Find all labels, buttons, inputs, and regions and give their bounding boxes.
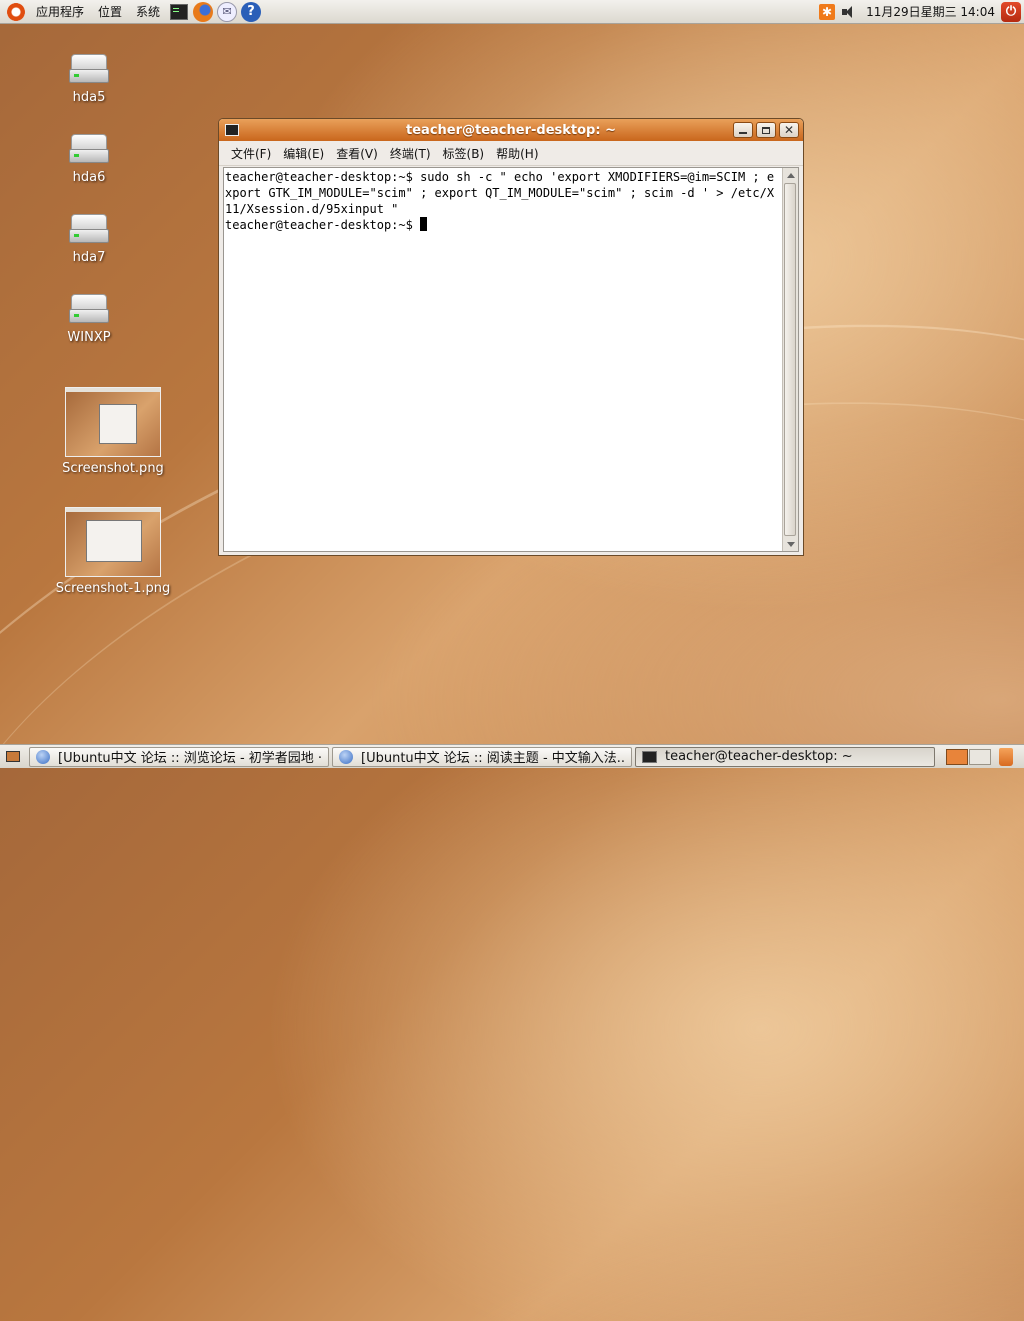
window-title: teacher@teacher-desktop: ~ — [406, 122, 616, 138]
desktop-icon-screenshot-1[interactable]: Screenshot-1.png — [50, 507, 176, 596]
menu-view[interactable]: 查看(V) — [330, 145, 384, 162]
workspace-1[interactable] — [946, 748, 968, 765]
top-panel: 应用程序 位置 系统 ✉ ? ✱ 11月29日星期三 14:04 ⏻ — [0, 0, 1024, 24]
text-cursor — [420, 217, 428, 231]
terminal-command-line: teacher@teacher-desktop:~$ sudo sh -c " … — [225, 170, 775, 216]
terminal-prompt: teacher@teacher-desktop:~$ — [225, 218, 421, 232]
menu-system[interactable]: 系统 — [129, 3, 167, 20]
notification-icon[interactable]: ✱ — [819, 3, 836, 20]
help-icon: ? — [241, 1, 262, 22]
terminal-text: teacher@teacher-desktop:~$ sudo sh -c " … — [225, 169, 781, 233]
help-launcher[interactable]: ? — [240, 1, 262, 23]
maximize-button[interactable] — [756, 122, 776, 138]
terminal-icon — [642, 750, 657, 763]
desktop-icon-winxp[interactable]: WINXP — [64, 294, 114, 345]
volume-icon[interactable] — [841, 4, 857, 20]
mail-launcher[interactable]: ✉ — [216, 1, 238, 23]
power-icon[interactable]: ⏻ — [1001, 1, 1021, 22]
scrollbar-thumb[interactable] — [784, 183, 796, 536]
show-desktop-icon — [6, 751, 20, 762]
desktop-icon-label: Screenshot-1.png — [55, 581, 171, 596]
terminal-icon[interactable] — [225, 124, 239, 136]
menu-terminal[interactable]: 终端(T) — [384, 145, 437, 162]
scroll-up-arrow-icon[interactable] — [783, 168, 798, 182]
minimize-icon — [739, 132, 747, 134]
menu-file[interactable]: 文件(F) — [225, 145, 277, 162]
drive-icon — [69, 214, 109, 244]
taskbar-item-label: teacher@teacher-desktop: ~ — [665, 749, 853, 764]
ubuntu-logo-icon[interactable] — [7, 2, 25, 21]
browser-icon — [339, 749, 353, 764]
show-desktop-button[interactable] — [3, 748, 23, 766]
workspace-2[interactable] — [969, 748, 991, 765]
taskbar-item-forum-browse[interactable]: [Ubuntu中文 论坛 :: 浏览论坛 - 初学者园地 ··· — [29, 746, 329, 767]
menu-help[interactable]: 帮助(H) — [490, 145, 544, 162]
taskbar-item-terminal[interactable]: teacher@teacher-desktop: ~ — [635, 746, 935, 767]
drive-icon — [69, 134, 109, 164]
menu-places[interactable]: 位置 — [91, 3, 129, 20]
taskbar-item-label: [Ubuntu中文 论坛 :: 阅读主题 - 中文输入法... — [361, 751, 625, 766]
desktop-icon-hda6[interactable]: hda6 — [64, 134, 114, 185]
trash-icon[interactable] — [999, 747, 1013, 766]
scroll-down-arrow-icon[interactable] — [783, 537, 798, 551]
terminal-launcher[interactable] — [168, 1, 190, 23]
terminal-menubar: 文件(F) 编辑(E) 查看(V) 终端(T) 标签(B) 帮助(H) — [219, 141, 803, 166]
terminal-window: teacher@teacher-desktop: ~ ✕ 文件(F) 编辑(E)… — [218, 118, 804, 556]
menu-tabs[interactable]: 标签(B) — [437, 145, 491, 162]
taskbar-item-label: [Ubuntu中文 论坛 :: 浏览论坛 - 初学者园地 ··· — [58, 751, 322, 766]
maximize-icon — [762, 126, 770, 134]
bottom-panel: [Ubuntu中文 论坛 :: 浏览论坛 - 初学者园地 ··· [Ubuntu… — [0, 744, 1024, 768]
desktop-icon-label: Screenshot.png — [62, 461, 164, 476]
desktop-icon-label: hda5 — [72, 90, 106, 105]
terminal-output[interactable]: teacher@teacher-desktop:~$ sudo sh -c " … — [223, 167, 799, 552]
desktop-icon-hda5[interactable]: hda5 — [64, 54, 114, 105]
desktop-icon-label: hda6 — [72, 170, 106, 185]
close-button[interactable]: ✕ — [779, 122, 799, 138]
menu-edit[interactable]: 编辑(E) — [277, 145, 330, 162]
vertical-scrollbar[interactable] — [782, 168, 798, 551]
window-titlebar[interactable]: teacher@teacher-desktop: ~ ✕ — [219, 119, 803, 141]
minimize-button[interactable] — [733, 122, 753, 138]
terminal-icon — [170, 3, 189, 20]
mail-icon: ✉ — [217, 1, 238, 22]
firefox-icon — [193, 1, 214, 22]
desktop-icon-label: hda7 — [72, 250, 106, 265]
desktop-icon-screenshot[interactable]: Screenshot.png — [58, 387, 168, 476]
system-tray: ✱ 11月29日星期三 14:04 ⏻ — [816, 0, 1024, 23]
desktop-icon-label: WINXP — [67, 330, 111, 345]
image-thumbnail-icon — [65, 387, 161, 457]
drive-icon — [69, 54, 109, 84]
taskbar-item-forum-read[interactable]: [Ubuntu中文 论坛 :: 阅读主题 - 中文输入法... — [332, 746, 632, 767]
drive-icon — [69, 294, 109, 324]
close-icon: ✕ — [783, 123, 795, 137]
desktop-icon-hda7[interactable]: hda7 — [64, 214, 114, 265]
clock[interactable]: 11月29日星期三 14:04 — [860, 3, 1001, 20]
image-thumbnail-icon — [65, 507, 161, 577]
menu-applications[interactable]: 应用程序 — [29, 3, 91, 20]
firefox-launcher[interactable] — [192, 1, 214, 23]
browser-icon — [36, 749, 50, 764]
